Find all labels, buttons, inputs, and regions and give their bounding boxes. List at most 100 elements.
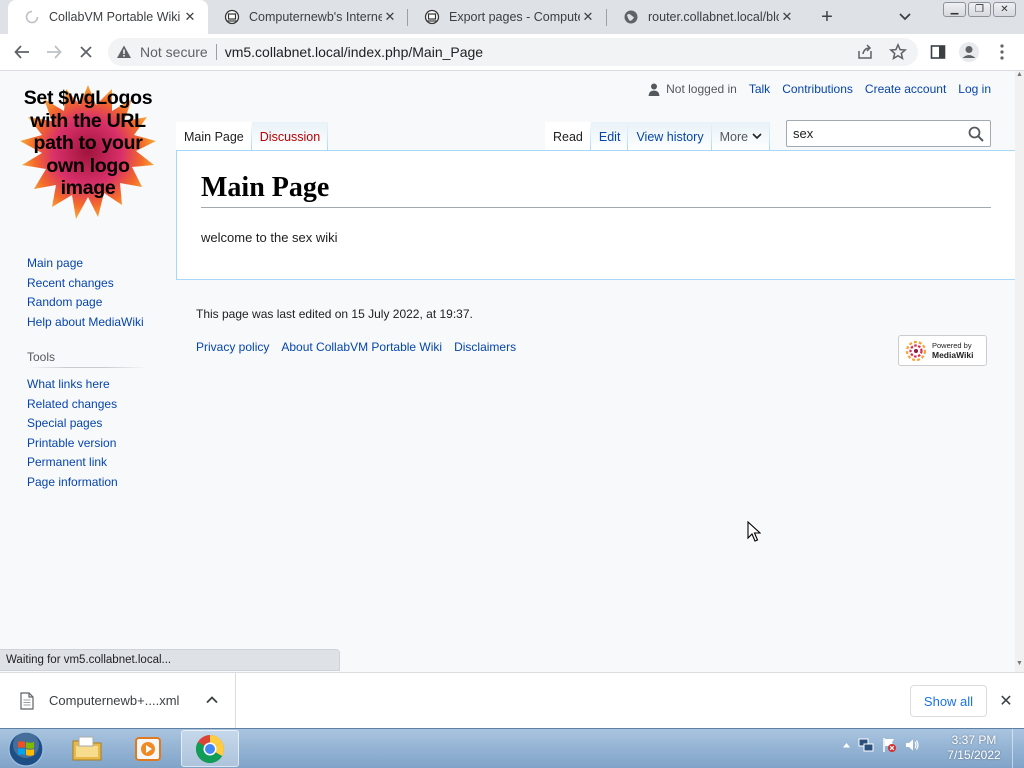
page-body: welcome to the sex wiki [201, 230, 338, 245]
search-query[interactable]: sex [793, 126, 813, 141]
media-player-icon [135, 736, 161, 761]
tab-view-history-label[interactable]: View history [636, 130, 703, 144]
chrome-icon [196, 734, 224, 763]
talk-link[interactable]: Talk [749, 82, 770, 96]
tab-computernewb[interactable]: Computernewb's Internet ✕ [208, 0, 408, 34]
more-menu-toggle[interactable]: More [720, 130, 762, 144]
tab-main-page-label[interactable]: Main Page [184, 130, 244, 144]
tools-heading: Tools [27, 350, 147, 369]
action-center-flag-icon[interactable] [881, 737, 897, 753]
tab-discussion-label[interactable]: Discussion [260, 130, 320, 144]
new-tab-button[interactable]: + [816, 6, 838, 28]
scroll-up-arrow-icon[interactable]: ▲ [1015, 71, 1024, 81]
download-filename: Computernewb+....xml [49, 693, 180, 708]
sidebar-item-what-links-here[interactable]: What links here [27, 375, 147, 395]
log-in-link[interactable]: Log in [958, 82, 991, 96]
taskbar-chrome[interactable] [181, 730, 239, 767]
sidebar-item-special-pages[interactable]: Special pages [27, 414, 147, 434]
tab-discussion[interactable]: Discussion [252, 122, 328, 151]
sidebar-item-help[interactable]: Help about MediaWiki [27, 313, 144, 333]
sidebar-item-page-information[interactable]: Page information [27, 473, 147, 493]
sidebar-item-permanent-link[interactable]: Permanent link [27, 453, 147, 473]
show-desktop-button[interactable] [1012, 729, 1024, 768]
tab-export-pages[interactable]: Export pages - Computer ✕ [408, 0, 606, 34]
page-scrollbar[interactable]: ▲ ▼ [1015, 71, 1024, 672]
address-bar[interactable]: Not secure vm5.collabnet.local/index.php… [108, 38, 918, 66]
tab-router[interactable]: router.collabnet.local/blo ✕ [607, 0, 805, 34]
search-input[interactable]: sex [786, 120, 991, 147]
profile-button[interactable] [957, 40, 981, 64]
windows-start-orb-icon [8, 731, 44, 767]
network-icon[interactable] [858, 737, 874, 753]
back-arrow-icon [14, 45, 29, 59]
system-clock[interactable]: 3:37 PM 7/15/2022 [940, 733, 1008, 763]
show-hidden-icons-icon[interactable] [842, 741, 851, 749]
tab-edit[interactable]: Edit [591, 122, 629, 151]
sidebar-item-random-page[interactable]: Random page [27, 293, 144, 313]
about-link[interactable]: About CollabVM Portable Wiki [281, 340, 442, 354]
stop-button[interactable] [74, 40, 98, 64]
tab-search-button[interactable] [895, 8, 915, 26]
tab-main-page[interactable]: Main Page [176, 122, 252, 151]
sidebar-item-recent-changes[interactable]: Recent changes [27, 274, 144, 294]
taskbar-media-player[interactable] [119, 730, 177, 767]
search-icon[interactable] [968, 126, 984, 142]
sidebar-item-main-page[interactable]: Main page [27, 254, 144, 274]
tools-portlet: Tools What links here Related changes Sp… [27, 350, 147, 492]
close-tab-icon[interactable]: ✕ [580, 9, 596, 25]
tab-read[interactable]: Read [545, 122, 591, 151]
tab-strip: CollabVM Portable Wiki ✕ Computernewb's … [0, 0, 1024, 34]
security-label[interactable]: Not secure [140, 44, 208, 60]
create-account-link[interactable]: Create account [865, 82, 946, 96]
volume-icon[interactable] [904, 737, 920, 753]
clock-date: 7/15/2022 [947, 748, 1001, 762]
powered-by-text: Powered by MediaWiki [932, 341, 974, 360]
close-tab-icon[interactable]: ✕ [382, 9, 398, 25]
start-button[interactable] [4, 730, 48, 768]
avatar-icon [959, 42, 979, 62]
menu-button[interactable] [990, 40, 1014, 64]
minimize-button[interactable]: ▁ [943, 2, 966, 17]
close-tab-icon[interactable]: ✕ [182, 9, 198, 25]
sidebar-item-printable-version[interactable]: Printable version [27, 434, 147, 454]
powered-by-mediawiki-badge[interactable]: Powered by MediaWiki [898, 335, 987, 366]
contributions-link[interactable]: Contributions [782, 82, 853, 96]
tab-read-label[interactable]: Read [553, 130, 583, 144]
warning-icon[interactable] [116, 44, 132, 60]
privacy-policy-link[interactable]: Privacy policy [196, 340, 269, 354]
back-button[interactable] [10, 40, 34, 64]
download-item[interactable]: Computernewb+....xml [0, 673, 236, 728]
scroll-down-arrow-icon[interactable]: ▼ [1015, 660, 1024, 670]
chevron-up-icon[interactable] [205, 693, 219, 707]
stop-icon [80, 46, 92, 58]
last-edited-info: This page was last edited on 15 July 202… [196, 307, 473, 321]
not-logged-in-label: Not logged in [666, 82, 737, 96]
close-window-button[interactable]: ✕ [993, 2, 1016, 17]
sidebar-item-related-changes[interactable]: Related changes [27, 395, 147, 415]
tab-edit-label[interactable]: Edit [599, 130, 621, 144]
close-download-bar-icon[interactable]: ✕ [997, 692, 1015, 710]
user-status: Not logged in [648, 82, 737, 96]
share-icon[interactable] [856, 43, 874, 61]
tab-collabvm-wiki[interactable]: CollabVM Portable Wiki ✕ [8, 0, 208, 34]
footer-links: Privacy policy About CollabVM Portable W… [196, 340, 516, 354]
disclaimers-link[interactable]: Disclaimers [454, 340, 516, 354]
taskbar-explorer[interactable] [58, 730, 116, 767]
omnibox-divider [215, 44, 217, 60]
maximize-button[interactable]: ❐ [968, 2, 991, 17]
personal-tools: Not logged in Talk Contributions Create … [648, 82, 991, 96]
url-text[interactable]: vm5.collabnet.local/index.php/Main_Page [225, 44, 483, 60]
content-area: Main Page welcome to the sex wiki [176, 150, 1015, 280]
bookmark-star-icon[interactable] [889, 43, 907, 61]
side-panel-button[interactable] [926, 40, 950, 64]
download-bar: Computernewb+....xml Show all ✕ [0, 672, 1024, 728]
close-tab-icon[interactable]: ✕ [779, 9, 795, 25]
forward-button[interactable] [42, 40, 66, 64]
folder-icon [72, 736, 102, 760]
tab-view-history[interactable]: View history [628, 122, 711, 151]
user-icon [648, 83, 660, 96]
forward-arrow-icon [47, 45, 62, 59]
system-tray [842, 737, 920, 753]
more-menu[interactable]: More [712, 122, 770, 151]
show-all-button[interactable]: Show all [910, 685, 987, 717]
